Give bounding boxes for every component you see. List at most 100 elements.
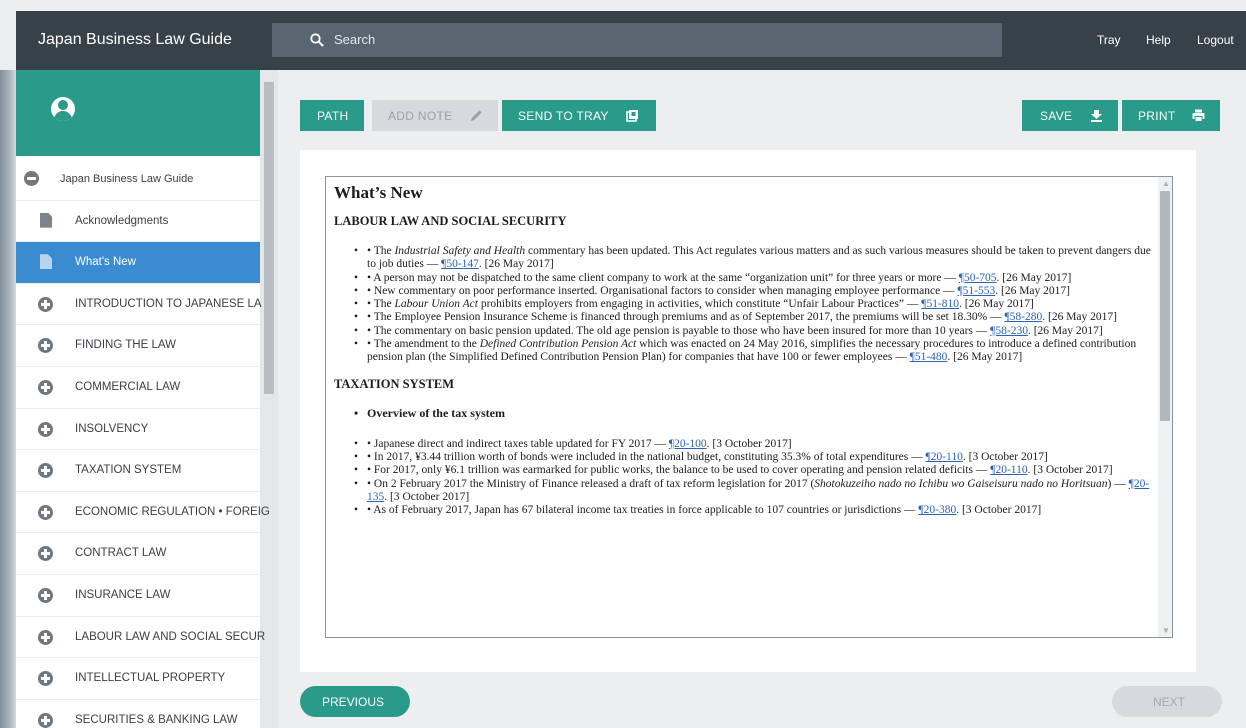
paragraph-link[interactable]: ¶50-147 <box>441 258 479 270</box>
expand-plus-icon[interactable] <box>38 463 53 479</box>
paragraph-link[interactable]: ¶51-480 <box>910 351 948 363</box>
expand-plus-icon[interactable] <box>38 587 53 603</box>
logout-link[interactable]: Logout <box>1197 33 1234 47</box>
help-link[interactable]: Help <box>1146 33 1171 47</box>
bullet-item: • • For 2017, only ¥6.1 trillion was earm… <box>334 464 1162 477</box>
bullet-marker: • <box>354 245 359 257</box>
path-button[interactable]: PATH <box>300 100 364 131</box>
bullet-marker: • <box>354 464 359 477</box>
bullet-item: • • Japanese direct and indirect taxes ta… <box>334 438 1162 451</box>
sidebar-item-label: INTRODUCTION TO JAPANESE LA <box>75 297 262 310</box>
expand-plus-icon[interactable] <box>38 296 53 312</box>
expand-plus-icon[interactable] <box>38 629 53 645</box>
bullet-italic-text: Shotokuzeiho nado no Ichibu wo Gaiseisur… <box>814 477 1108 490</box>
user-avatar-icon[interactable] <box>51 97 75 121</box>
previous-button-label: PREVIOUS <box>322 695 385 709</box>
sidebar-item-taxation-system[interactable]: TAXATION SYSTEM <box>16 450 260 492</box>
sidebar-scroll-thumb[interactable] <box>264 82 274 394</box>
bullet-text: • The <box>367 245 395 257</box>
paragraph-link[interactable]: ¶51-810 <box>921 298 959 310</box>
sidebar-item-commercial-law[interactable]: COMMERCIAL LAW <box>16 367 260 409</box>
paragraph-link[interactable]: ¶20-380 <box>918 504 956 516</box>
bullet-text: • The Employee Pension Insurance Scheme … <box>367 311 1005 324</box>
next-button-label: NEXT <box>1153 695 1186 709</box>
add-note-button-label: ADD NOTE <box>388 109 453 123</box>
bullet-text: • In 2017, ¥3.44 trillion worth of bonds… <box>367 450 926 463</box>
sidebar-item-insurance-law[interactable]: INSURANCE LAW <box>16 575 260 617</box>
document-scroll-thumb[interactable] <box>1160 191 1170 421</box>
sidebar-item-labour-law[interactable]: LABOUR LAW AND SOCIAL SECUR <box>16 617 265 659</box>
bullet-item: • • A person may not be dispatched to the… <box>334 272 1162 285</box>
search-icon[interactable] <box>310 33 324 47</box>
main-content: PATH ADD NOTE SEND TO TRAY SAVE PRINT Wh… <box>278 70 1246 728</box>
next-button[interactable]: NEXT <box>1112 686 1222 717</box>
bullet-date: . [26 May 2017] <box>995 284 1070 297</box>
sidebar-item-finding-the-law[interactable]: FINDING THE LAW <box>16 325 260 367</box>
profile-header <box>16 70 260 156</box>
sidebar-item-contract-law[interactable]: CONTRACT LAW <box>16 533 260 575</box>
add-note-button[interactable]: ADD NOTE <box>372 100 498 131</box>
sidebar-scrollbar[interactable] <box>260 70 278 728</box>
sidebar-item-root[interactable]: Japan Business Law Guide <box>16 159 260 201</box>
paragraph-link[interactable]: ¶20-110 <box>926 451 963 463</box>
bullet-italic-text: Industrial Safety and Health <box>394 245 526 257</box>
expand-plus-icon[interactable] <box>38 421 53 437</box>
document-scrollbar[interactable]: ▲ ▼ <box>1158 177 1172 637</box>
bullet-text: ) — <box>1107 477 1129 490</box>
section-heading: LABOUR LAW AND SOCIAL SECURITY <box>334 214 567 228</box>
expand-plus-icon[interactable] <box>38 379 53 395</box>
bullet-date: . [26 May 2017] <box>1042 311 1117 324</box>
document-panel: What’s New LABOUR LAW AND SOCIAL SECURIT… <box>300 150 1196 672</box>
tray-link[interactable]: Tray <box>1097 33 1121 47</box>
bullet-date: . [26 May 2017] <box>996 271 1072 284</box>
paragraph-link[interactable]: ¶20-100 <box>669 438 707 450</box>
scroll-up-arrow-icon[interactable]: ▲ <box>1162 179 1170 188</box>
app-title[interactable]: Japan Business Law Guide <box>38 31 232 49</box>
sidebar-item-insolvency[interactable]: INSOLVENCY <box>16 409 260 451</box>
paragraph-link[interactable]: ¶20-110 <box>990 464 1027 476</box>
bullet-marker: • <box>354 504 359 517</box>
paragraph-link[interactable]: ¶58-230 <box>990 325 1028 337</box>
previous-button[interactable]: PREVIOUS <box>300 686 410 717</box>
sidebar-item-acknowledgments[interactable]: Acknowledgments <box>16 201 260 243</box>
sidebar-item-label: What's New <box>75 256 136 269</box>
bullet-text: • On 2 February 2017 the Ministry of Fin… <box>367 477 815 490</box>
sidebar-item-intellectual-property[interactable]: INTELLECTUAL PROPERTY <box>16 658 260 700</box>
bullet-item: • • The commentary on basic pension updat… <box>334 325 1162 338</box>
download-icon <box>1091 110 1102 122</box>
sidebar-item-securities-banking[interactable]: SECURITIES & BANKING LAW <box>16 700 260 728</box>
bullet-date: . [3 October 2017] <box>962 450 1048 463</box>
tray-icon <box>626 110 638 122</box>
search-input[interactable]: Search <box>334 32 375 47</box>
bullet-text: prohibits employers from engaging in act… <box>477 298 922 311</box>
bullet-date: . [3 October 2017] <box>384 490 470 503</box>
search-bar[interactable]: Search <box>272 23 1002 57</box>
sidebar-item-economic-regulation[interactable]: ECONOMIC REGULATION • FOREIG <box>16 492 270 534</box>
bullet-marker: • <box>354 477 359 490</box>
sidebar-item-introduction[interactable]: INTRODUCTION TO JAPANESE LA <box>16 284 262 326</box>
bullet-date: . [3 October 2017] <box>956 504 1042 517</box>
top-navigation-bar: Japan Business Law Guide Search Tray Hel… <box>16 11 1246 70</box>
print-button-label: PRINT <box>1138 109 1176 123</box>
print-button[interactable]: PRINT <box>1122 100 1220 131</box>
paragraph-link[interactable]: ¶58-280 <box>1004 311 1042 323</box>
background-edge <box>0 70 16 728</box>
collapse-icon[interactable] <box>24 171 39 186</box>
expand-plus-icon[interactable] <box>38 712 53 728</box>
sidebar-item-whats-new[interactable]: What's New <box>16 242 260 284</box>
bullet-marker: • <box>354 298 359 311</box>
expand-plus-icon[interactable] <box>38 338 53 354</box>
send-to-tray-button[interactable]: SEND TO TRAY <box>502 100 656 131</box>
document-viewer[interactable]: What’s New LABOUR LAW AND SOCIAL SECURIT… <box>325 176 1173 638</box>
expand-plus-icon[interactable] <box>38 504 53 520</box>
bullet-item: • • The Employee Pension Insurance Scheme… <box>334 311 1162 324</box>
save-button[interactable]: SAVE <box>1022 100 1118 131</box>
expand-plus-icon[interactable] <box>38 671 53 687</box>
bullet-marker: • <box>354 271 359 284</box>
paragraph-link[interactable]: ¶51-553 <box>957 285 995 297</box>
scroll-down-arrow-icon[interactable]: ▼ <box>1162 626 1170 635</box>
document-title: What’s New <box>334 183 423 202</box>
sidebar-item-label: LABOUR LAW AND SOCIAL SECUR <box>75 630 266 643</box>
expand-plus-icon[interactable] <box>38 546 53 562</box>
paragraph-link[interactable]: ¶50-705 <box>959 272 997 284</box>
